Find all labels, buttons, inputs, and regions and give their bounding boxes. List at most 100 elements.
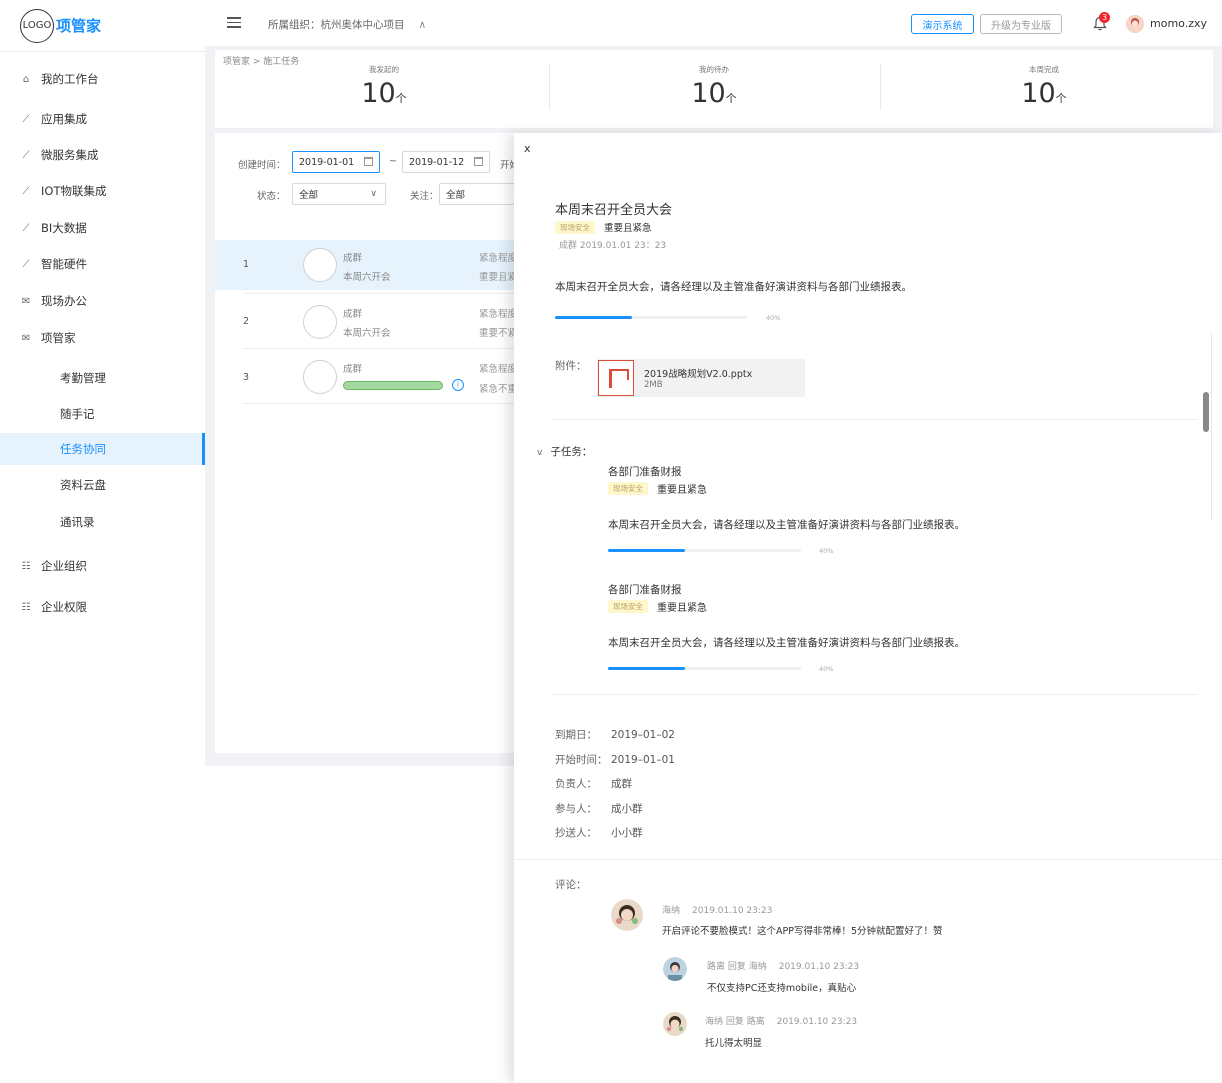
row-divider — [243, 348, 515, 349]
chevron-down-icon: ∨ — [370, 189, 377, 199]
comment-author[interactable]: 海纳 回复 路离 — [705, 1017, 765, 1027]
sidebar-item-enterprise-org[interactable]: ☷ 企业组织 — [0, 550, 205, 582]
sidebar-item-iot[interactable]: ⟋ IOT物联集成 — [0, 175, 205, 207]
comment-author[interactable]: 路离 回复 海纳 — [707, 962, 767, 972]
row-divider — [243, 403, 515, 404]
date-end-input[interactable]: 2019-01-12 — [402, 151, 490, 173]
sidebar-item-notes[interactable]: 随手记 — [0, 398, 205, 430]
comment-text: 开启评论不要脸模式！这个APP写得非常棒！5分钟就配置好了！赞 — [662, 926, 943, 937]
top-header: 所属组织：杭州奥体中心项目 ∧ 演示系统 升级为专业版 3 momo.zxy — [205, 0, 1222, 46]
line-chart-icon: ⟋ — [22, 258, 30, 270]
follow-select[interactable]: 全部 — [439, 183, 515, 205]
avatar[interactable] — [663, 1012, 687, 1036]
subtasks-toggle[interactable]: v 子任务： — [537, 444, 592, 459]
attachment-label: 附件： — [555, 360, 587, 372]
scrollbar-thumb[interactable] — [1203, 392, 1209, 432]
stat-initiated[interactable]: 我发起的 10个 — [219, 64, 549, 109]
line-chart-icon: ⟋ — [22, 113, 30, 125]
attachment-item[interactable]: 2019战略规划V2.0.pptx 2MB — [597, 359, 805, 397]
stat-unit: 个 — [1055, 92, 1067, 105]
importance-label: 重要且紧急 — [657, 485, 707, 496]
follow-value: 全部 — [446, 190, 466, 201]
info-icon[interactable]: i — [452, 379, 464, 391]
logo[interactable]: LOGO 项管家 — [0, 0, 205, 52]
created-time-label: 创建时间： — [238, 160, 286, 171]
comment-header: 海纳 2019.01.10 23:23 — [662, 903, 772, 916]
row-urgency-label: 紧急程度 — [479, 253, 515, 264]
status-select[interactable]: 全部 ∨ — [292, 183, 386, 205]
row-urgency-label: 紧急程度 — [479, 309, 515, 320]
sidebar-item-workbench[interactable]: ⌂ 我的工作台 — [0, 63, 205, 95]
stat-value: 10个 — [549, 78, 879, 109]
stat-weekly-done[interactable]: 本周完成 10个 — [879, 64, 1209, 109]
comment-author[interactable]: 海纳 — [662, 906, 680, 916]
info-due-date: 到期日： 2019–01–02 — [555, 727, 675, 742]
sidebar-item-bi[interactable]: ⟋ BI大数据 — [0, 212, 205, 244]
importance-label: 重要且紧急 — [657, 603, 707, 614]
row-avatar — [303, 305, 337, 339]
row-avatar — [303, 248, 337, 282]
subtask-title: 各部门准备财报 — [608, 584, 682, 596]
sidebar-item-onsite-office[interactable]: ✉ 现场办公 — [0, 285, 205, 317]
menu-fold-icon[interactable] — [227, 17, 241, 29]
info-key: 到期日： — [555, 729, 597, 741]
sidebar-item-contacts[interactable]: 通讯录 — [0, 506, 205, 538]
sidebar-item-hardware[interactable]: ⟋ 智能硬件 — [0, 248, 205, 280]
org-selector[interactable]: 所属组织：杭州奥体中心项目 ∧ — [268, 17, 426, 32]
status-bar — [343, 381, 443, 390]
demo-system-button[interactable]: 演示系统 — [911, 14, 974, 34]
sidebar-item-label: 考勤管理 — [60, 371, 106, 385]
form-icon: ☷ — [21, 601, 31, 613]
sidebar-item-microservice[interactable]: ⟋ 微服务集成 — [0, 139, 205, 171]
stat-unit: 个 — [725, 92, 737, 105]
table-row[interactable]: 1 成群 本周六开会 紧急程度 重要且紧急 — [215, 240, 515, 290]
sidebar-item-attendance[interactable]: 考勤管理 — [0, 362, 205, 394]
line-chart-icon: ⟋ — [22, 149, 30, 161]
date-start-input[interactable]: 2019-01-01 — [292, 151, 380, 173]
subtask-tags: 现场安全 重要且紧急 — [608, 599, 707, 614]
task-progress-bar — [555, 316, 747, 319]
sidebar-item-label: 任务协同 — [60, 442, 106, 456]
table-row[interactable]: 3 成群 i 紧急程度 紧急不重要 — [215, 352, 515, 402]
comment-text: 不仅支持PC还支持mobile，真贴心 — [707, 983, 857, 994]
subtask-tags: 现场安全 重要且紧急 — [608, 481, 707, 496]
row-avatar — [303, 360, 337, 394]
divider — [551, 694, 1198, 695]
sidebar-item-project-manager[interactable]: ✉ 项管家 — [0, 322, 205, 354]
avatar[interactable] — [611, 899, 643, 931]
task-progress-text: 40% — [766, 314, 781, 322]
subtask-progress-bar — [608, 549, 801, 552]
task-detail-drawer: x 本周末召开全员大会 现场安全 重要且紧急 成群 2019.01.01 23：… — [514, 133, 1222, 1083]
row-name: 成群 — [343, 309, 363, 320]
task-title: 本周末召开全员大会 — [555, 203, 673, 218]
category-tag: 现场安全 — [555, 220, 595, 234]
notification-badge: 3 — [1099, 12, 1110, 23]
upgrade-button[interactable]: 升级为专业版 — [980, 14, 1062, 34]
stat-number: 10 — [1021, 78, 1056, 109]
task-description: 本周末召开全员大会，请各经理以及主管准备好演讲资料与各部门业绩报表。 — [555, 281, 912, 293]
close-icon[interactable]: x — [524, 142, 531, 155]
sidebar-item-label: 智能硬件 — [41, 257, 87, 271]
category-tag: 现场安全 — [608, 482, 648, 495]
stat-todo[interactable]: 我的待办 10个 — [549, 64, 879, 109]
subtask-progress-bar — [608, 667, 801, 670]
chevron-down-icon: v — [537, 448, 543, 458]
line-chart-icon: ⟋ — [22, 185, 30, 197]
row-index: 3 — [243, 372, 250, 383]
sidebar-item-app-integration[interactable]: ⟋ 应用集成 — [0, 103, 205, 135]
comment-time: 2019.01.10 23:23 — [776, 1017, 858, 1027]
info-key: 负责人： — [555, 778, 597, 790]
table-row[interactable]: 2 成群 本周六开会 紧急程度 重要不紧急 — [215, 297, 515, 347]
scrollbar-track[interactable] — [1211, 333, 1212, 520]
sidebar-item-enterprise-permission[interactable]: ☷ 企业权限 — [0, 591, 205, 623]
sidebar-item-cloud-drive[interactable]: 资料云盘 — [0, 469, 205, 501]
username[interactable]: momo.zxy — [1150, 17, 1207, 30]
comment-time: 2019.01.10 23:23 — [778, 962, 860, 972]
comment-text: 托儿得太明显 — [705, 1038, 763, 1049]
row-urgency-label: 紧急程度 — [479, 364, 515, 375]
row-name: 成群 — [343, 364, 363, 375]
user-avatar[interactable] — [1126, 15, 1144, 33]
avatar[interactable] — [663, 957, 687, 981]
sidebar-item-task-collab[interactable]: 任务协同 — [0, 433, 205, 465]
status-value: 全部 — [299, 190, 319, 201]
